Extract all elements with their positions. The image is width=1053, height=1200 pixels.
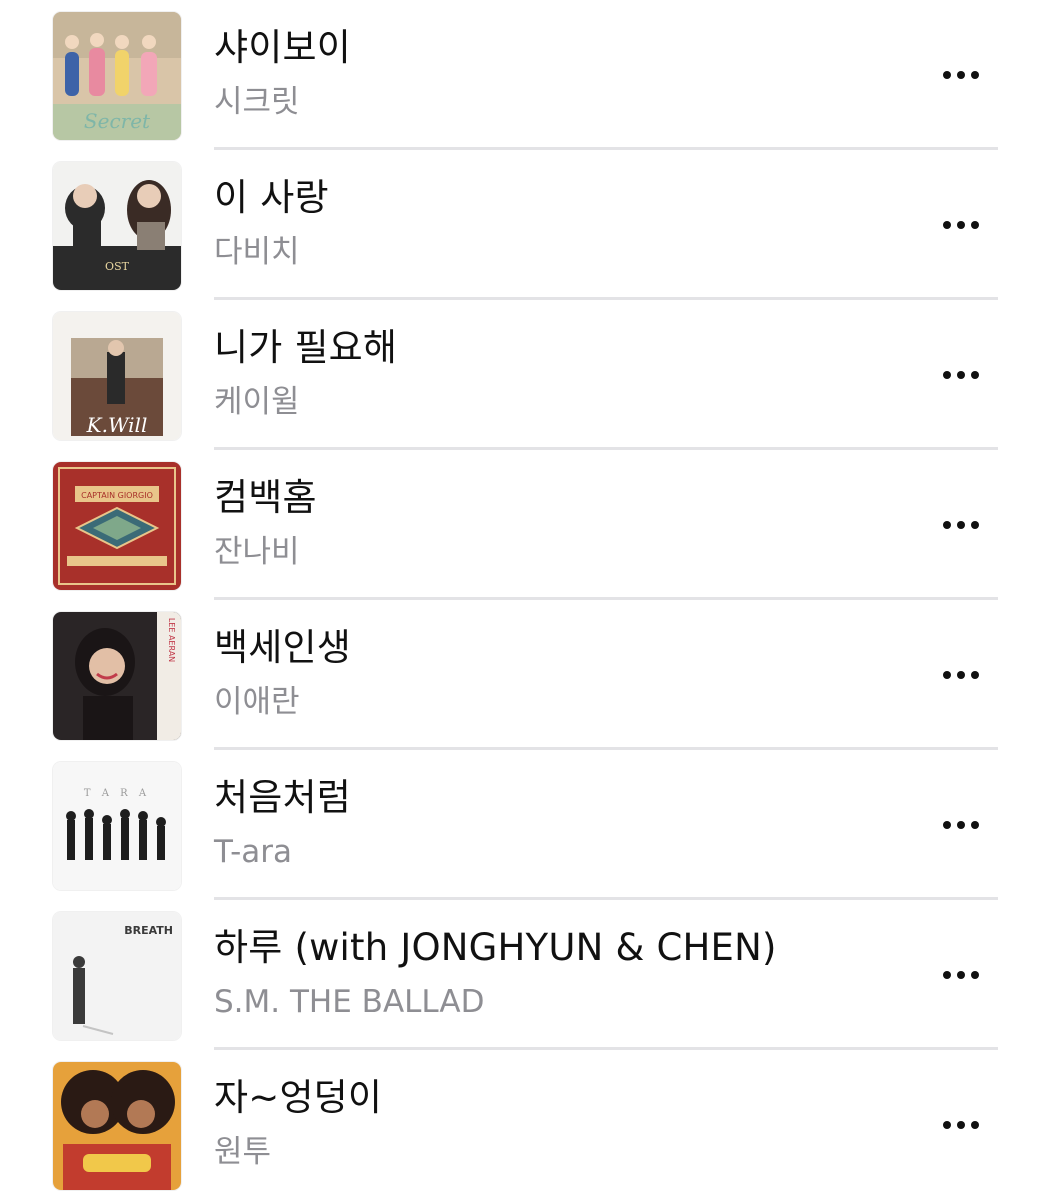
album-artwork-lee-aeran-image: LEE AERAN: [53, 612, 181, 740]
song-title: 니가 필요해: [214, 326, 398, 369]
album-artwork-breath-image: BREATH: [53, 912, 181, 1040]
svg-text:K.Will: K.Will: [86, 413, 148, 437]
album-artwork-breath: BREATH: [53, 912, 181, 1040]
song-list: Secret 샤이보이 시크릿 OST 이 사랑 다비치 K.Will 니가 필…: [0, 0, 1053, 1200]
more-options-button[interactable]: [928, 205, 994, 245]
album-artwork-captain-giorgio-image: CAPTAIN GIORGIO: [53, 462, 181, 590]
more-horizontal-icon: [943, 821, 951, 829]
more-dot: [971, 821, 979, 829]
svg-text:CAPTAIN GIORGIO: CAPTAIN GIORGIO: [81, 491, 153, 500]
svg-text:Secret: Secret: [84, 109, 151, 133]
song-artist: 원투: [214, 1134, 272, 1170]
more-dot: [971, 71, 979, 79]
album-artwork-tara: T A R A: [53, 762, 181, 890]
more-horizontal-icon: [943, 1121, 951, 1129]
song-artist: 시크릿: [214, 84, 300, 120]
song-artist: 케이윌: [214, 384, 300, 420]
song-artist: S.M. THE BALLAD: [214, 984, 485, 1020]
song-row-7[interactable]: BREATH 하루 (with JONGHYUN & CHEN) S.M. TH…: [0, 900, 1053, 1050]
svg-text:T A R A: T A R A: [84, 788, 150, 799]
song-artist: T-ara: [214, 834, 293, 870]
more-dot: [971, 1121, 979, 1129]
more-dot: [957, 221, 965, 229]
more-dot: [957, 971, 965, 979]
more-horizontal-icon: [943, 371, 951, 379]
song-row-3[interactable]: K.Will 니가 필요해 케이윌: [0, 300, 1053, 450]
more-dot: [971, 971, 979, 979]
svg-text:OST: OST: [105, 260, 130, 273]
song-title: 이 사랑: [214, 176, 329, 219]
song-title: 컴백홈: [214, 476, 317, 519]
more-dot: [957, 71, 965, 79]
more-horizontal-icon: [943, 221, 951, 229]
song-row-6[interactable]: T A R A 처음처럼 T-ara: [0, 750, 1053, 900]
more-dot: [957, 1121, 965, 1129]
more-options-button[interactable]: [928, 955, 994, 995]
song-artist: 잔나비: [214, 534, 300, 570]
album-artwork-one-two: [53, 1062, 181, 1190]
song-artist: 이애란: [214, 684, 300, 720]
svg-text:BREATH: BREATH: [124, 924, 173, 937]
more-dot: [957, 671, 965, 679]
album-artwork-this-love: OST: [53, 162, 181, 290]
more-dot: [971, 521, 979, 529]
song-title: 백세인생: [214, 626, 351, 669]
album-artwork-captain-giorgio: CAPTAIN GIORGIO: [53, 462, 181, 590]
more-dot: [957, 521, 965, 529]
album-artwork-one-two-image: [53, 1062, 181, 1190]
more-options-button[interactable]: [928, 655, 994, 695]
more-dot: [971, 371, 979, 379]
more-dot: [971, 671, 979, 679]
album-artwork-shy-boy-image: Secret: [53, 12, 181, 140]
song-row-1[interactable]: Secret 샤이보이 시크릿: [0, 0, 1053, 150]
song-row-4[interactable]: CAPTAIN GIORGIO 컴백홈 잔나비: [0, 450, 1053, 600]
more-options-button[interactable]: [928, 505, 994, 545]
song-title: 자~엉덩이: [214, 1076, 383, 1119]
more-options-button[interactable]: [928, 805, 994, 845]
more-options-button[interactable]: [928, 1105, 994, 1145]
more-horizontal-icon: [943, 71, 951, 79]
album-artwork-shy-boy: Secret: [53, 12, 181, 140]
more-horizontal-icon: [943, 521, 951, 529]
song-title: 처음처럼: [214, 776, 351, 819]
album-artwork-this-love-image: OST: [53, 162, 181, 290]
album-artwork-i-need-you-image: K.Will: [53, 312, 181, 440]
album-artwork-lee-aeran: LEE AERAN: [53, 612, 181, 740]
more-options-button[interactable]: [928, 355, 994, 395]
svg-text:LEE AERAN: LEE AERAN: [167, 618, 176, 662]
song-title: 하루 (with JONGHYUN & CHEN): [214, 926, 777, 969]
more-horizontal-icon: [943, 971, 951, 979]
song-row-8[interactable]: 자~엉덩이 원투: [0, 1050, 1053, 1200]
song-row-2[interactable]: OST 이 사랑 다비치: [0, 150, 1053, 300]
song-artist: 다비치: [214, 234, 300, 270]
more-dot: [971, 221, 979, 229]
album-artwork-tara-image: T A R A: [53, 762, 181, 890]
song-title: 샤이보이: [214, 26, 351, 69]
more-dot: [957, 821, 965, 829]
more-dot: [957, 371, 965, 379]
song-row-5[interactable]: LEE AERAN 백세인생 이애란: [0, 600, 1053, 750]
more-options-button[interactable]: [928, 55, 994, 95]
album-artwork-i-need-you: K.Will: [53, 312, 181, 440]
more-horizontal-icon: [943, 671, 951, 679]
